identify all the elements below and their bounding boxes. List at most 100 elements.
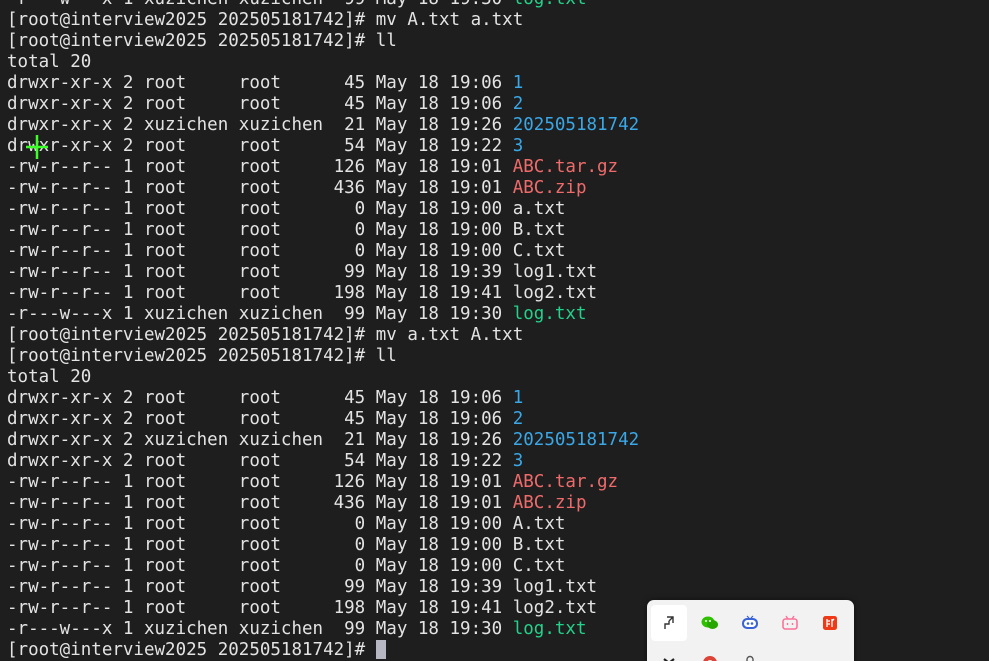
line-text: drwxr-xr-x 2 root root 54 May 18 19:22 bbox=[7, 451, 513, 471]
line-text: drwxr-xr-x 2 xuzichen xuzichen 21 May 18… bbox=[7, 430, 513, 450]
listing-row: -r---w---x 1 xuzichen xuzichen 99 May 18… bbox=[7, 0, 639, 10]
file-name: ABC.zip bbox=[512, 178, 587, 198]
line-text: total 20 bbox=[7, 367, 92, 387]
line-text: [root@interview2025 202505181742]# bbox=[7, 640, 376, 660]
listing-row: -rw-r--r-- 1 root root 126 May 18 19:01 … bbox=[7, 472, 639, 493]
line-text: total 20 bbox=[7, 52, 92, 72]
file-name: 3 bbox=[512, 451, 524, 471]
listing-row: -r---w---x 1 xuzichen xuzichen 99 May 18… bbox=[7, 619, 639, 640]
pen-tool-icon[interactable] bbox=[651, 605, 687, 641]
terminal-line: [root@interview2025 202505181742]# ll bbox=[7, 346, 639, 367]
terminal-line: [root@interview2025 202505181742]# mv a.… bbox=[7, 325, 639, 346]
listing-row: -rw-r--r-- 1 root root 436 May 18 19:01 … bbox=[7, 178, 639, 199]
text-cursor[interactable] bbox=[375, 640, 386, 659]
line-text: [root@interview2025 202505181742]# mv A.… bbox=[7, 10, 524, 30]
line-text: -rw-r--r-- 1 root root 436 May 18 19:01 bbox=[7, 178, 513, 198]
capcut-icon[interactable] bbox=[651, 645, 687, 661]
file-name: log1.txt bbox=[512, 262, 598, 282]
listing-row: -rw-r--r-- 1 root root 198 May 18 19:41 … bbox=[7, 283, 639, 304]
line-text: -rw-r--r-- 1 root root 99 May 18 19:39 bbox=[7, 262, 513, 282]
line-text: -rw-r--r-- 1 root root 99 May 18 19:39 bbox=[7, 577, 513, 597]
system-tray-overflow bbox=[647, 600, 854, 661]
file-name: A.txt bbox=[512, 514, 566, 534]
line-text: -r---w---x 1 xuzichen xuzichen 99 May 18… bbox=[7, 304, 513, 324]
news-app-icon[interactable] bbox=[812, 605, 848, 641]
line-text: -rw-r--r-- 1 root root 126 May 18 19:01 bbox=[7, 157, 513, 177]
line-text: [root@interview2025 202505181742]# mv a.… bbox=[7, 325, 524, 345]
qq-icon[interactable] bbox=[732, 605, 768, 641]
listing-row: -rw-r--r-- 1 root root 0 May 18 19:00 C.… bbox=[7, 241, 639, 262]
listing-row: -rw-r--r-- 1 root root 99 May 18 19:39 l… bbox=[7, 577, 639, 598]
line-text: drwxr-xr-x 2 xuzichen xuzichen 21 May 18… bbox=[7, 115, 513, 135]
file-name: 2 bbox=[512, 94, 524, 114]
listing-row: -rw-r--r-- 1 root root 0 May 18 19:00 B.… bbox=[7, 535, 639, 556]
wechat-icon[interactable] bbox=[692, 605, 728, 641]
listing-row: -rw-r--r-- 1 root root 0 May 18 19:00 B.… bbox=[7, 220, 639, 241]
file-name: 3 bbox=[512, 136, 524, 156]
line-text: -rw-r--r-- 1 root root 436 May 18 19:01 bbox=[7, 493, 513, 513]
line-text: -rw-r--r-- 1 root root 0 May 18 19:00 bbox=[7, 199, 513, 219]
line-text: drwxr-xr-x 2 root root 54 May 18 19:22 bbox=[7, 136, 513, 156]
listing-row: drwxr-xr-x 2 root root 45 May 18 19:06 1 bbox=[7, 73, 639, 94]
crosshair-cursor-icon bbox=[26, 135, 48, 159]
chrome-icon[interactable] bbox=[692, 645, 728, 661]
line-text: [root@interview2025 202505181742]# ll bbox=[7, 346, 397, 366]
line-text: drwxr-xr-x 2 root root 45 May 18 19:06 bbox=[7, 73, 513, 93]
file-name: 1 bbox=[512, 73, 524, 93]
listing-row: drwxr-xr-x 2 root root 45 May 18 19:06 2 bbox=[7, 94, 639, 115]
line-text: -rw-r--r-- 1 root root 0 May 18 19:00 bbox=[7, 220, 513, 240]
listing-row: -rw-r--r-- 1 root root 198 May 18 19:41 … bbox=[7, 598, 639, 619]
line-text: drwxr-xr-x 2 root root 45 May 18 19:06 bbox=[7, 94, 513, 114]
file-name: B.txt bbox=[512, 535, 566, 555]
terminal-line: total 20 bbox=[7, 367, 639, 388]
prompt-line: [root@interview2025 202505181742]# bbox=[7, 640, 639, 661]
file-name: C.txt bbox=[512, 241, 566, 261]
file-name: 2 bbox=[512, 409, 524, 429]
file-name: log2.txt bbox=[512, 283, 598, 303]
line-text: [root@interview2025 202505181742]# ll bbox=[7, 31, 397, 51]
listing-row: -rw-r--r-- 1 root root 0 May 18 19:00 C.… bbox=[7, 556, 639, 577]
file-name: log.txt bbox=[512, 619, 587, 639]
terminal-output: -r---w---x 1 xuzichen xuzichen 99 May 18… bbox=[7, 0, 639, 661]
file-name: ABC.zip bbox=[512, 493, 587, 513]
file-name: a.txt bbox=[512, 199, 566, 219]
listing-row: drwxr-xr-x 2 root root 54 May 18 19:22 3 bbox=[7, 451, 639, 472]
listing-row: drwxr-xr-x 2 xuzichen xuzichen 21 May 18… bbox=[7, 115, 639, 136]
line-text: -r---w---x 1 xuzichen xuzichen 99 May 18… bbox=[7, 619, 513, 639]
file-name: 202505181742 bbox=[512, 430, 640, 450]
listing-row: -r---w---x 1 xuzichen xuzichen 99 May 18… bbox=[7, 304, 639, 325]
listing-row: -rw-r--r-- 1 root root 436 May 18 19:01 … bbox=[7, 493, 639, 514]
line-text: -rw-r--r-- 1 root root 0 May 18 19:00 bbox=[7, 241, 513, 261]
listing-row: -rw-r--r-- 1 root root 0 May 18 19:00 a.… bbox=[7, 199, 639, 220]
line-text: drwxr-xr-x 2 root root 45 May 18 19:06 bbox=[7, 388, 513, 408]
bilibili-icon[interactable] bbox=[772, 605, 808, 641]
line-text: -r---w---x 1 xuzichen xuzichen 99 May 18… bbox=[7, 0, 513, 9]
listing-row: drwxr-xr-x 2 root root 45 May 18 19:06 2 bbox=[7, 409, 639, 430]
listing-row: -rw-r--r-- 1 root root 126 May 18 19:01 … bbox=[7, 157, 639, 178]
file-name: 1 bbox=[512, 388, 524, 408]
line-text: -rw-r--r-- 1 root root 0 May 18 19:00 bbox=[7, 514, 513, 534]
file-name: log.txt bbox=[512, 304, 587, 324]
line-text: -rw-r--r-- 1 root root 0 May 18 19:00 bbox=[7, 535, 513, 555]
line-text: -rw-r--r-- 1 root root 126 May 18 19:01 bbox=[7, 472, 513, 492]
file-name: ABC.tar.gz bbox=[512, 472, 619, 492]
keyboard-lock-icon[interactable] bbox=[732, 645, 768, 661]
file-name: log2.txt bbox=[512, 598, 598, 618]
file-name: B.txt bbox=[512, 220, 566, 240]
file-name: 202505181742 bbox=[512, 115, 640, 135]
line-text: -rw-r--r-- 1 root root 198 May 18 19:41 bbox=[7, 598, 513, 618]
terminal-line: [root@interview2025 202505181742]# mv A.… bbox=[7, 10, 639, 31]
file-name: log1.txt bbox=[512, 577, 598, 597]
file-name: C.txt bbox=[512, 556, 566, 576]
file-name: ABC.tar.gz bbox=[512, 157, 619, 177]
terminal-window[interactable]: -r---w---x 1 xuzichen xuzichen 99 May 18… bbox=[0, 0, 989, 661]
terminal-line: total 20 bbox=[7, 52, 639, 73]
listing-row: drwxr-xr-x 2 root root 54 May 18 19:22 3 bbox=[7, 136, 639, 157]
line-text: -rw-r--r-- 1 root root 198 May 18 19:41 bbox=[7, 283, 513, 303]
listing-row: -rw-r--r-- 1 root root 99 May 18 19:39 l… bbox=[7, 262, 639, 283]
line-text: drwxr-xr-x 2 root root 45 May 18 19:06 bbox=[7, 409, 513, 429]
listing-row: -rw-r--r-- 1 root root 0 May 18 19:00 A.… bbox=[7, 514, 639, 535]
terminal-line: [root@interview2025 202505181742]# ll bbox=[7, 31, 639, 52]
listing-row: drwxr-xr-x 2 xuzichen xuzichen 21 May 18… bbox=[7, 430, 639, 451]
line-text: -rw-r--r-- 1 root root 0 May 18 19:00 bbox=[7, 556, 513, 576]
